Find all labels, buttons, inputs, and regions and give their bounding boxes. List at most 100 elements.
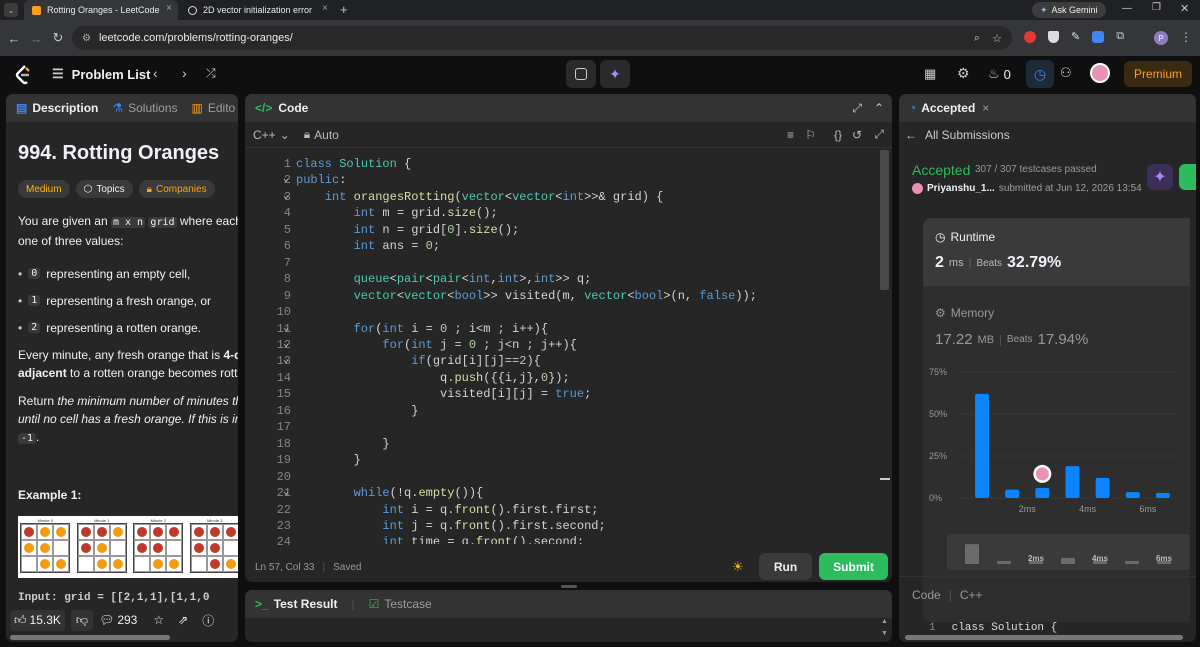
extension-shield-icon[interactable] [1048,30,1059,43]
scroll-up-arrow[interactable]: ▲ [881,618,888,625]
ai-sparkle-button[interactable]: ✦ [600,60,630,88]
premium-button[interactable]: Premium [1124,61,1192,87]
code-line[interactable]: visited[i][j] = true; [296,386,876,402]
analyze-ai-button[interactable]: ✦ [1147,164,1173,190]
tab-testcase[interactable]: ☑ Testcase [369,597,432,611]
code-line[interactable]: int j = q.front().first.second; [296,518,876,534]
code-line[interactable]: q.push({{i,j},0}); [296,370,876,386]
debugger-icon[interactable]: ☀ [732,559,744,575]
help-icon[interactable]: ⓘ [202,612,214,629]
notes-button[interactable] [566,60,596,88]
code-line[interactable]: int orangesRotting(vector<vector<int>>& … [296,189,876,205]
code-line[interactable]: public: [296,172,876,188]
code-line[interactable] [296,419,876,435]
address-bar[interactable]: ⚙ leetcode.com/problems/rotting-oranges/… [72,26,1012,50]
browser-menu-icon[interactable]: ⋮ [1180,30,1192,44]
companies-tag[interactable]: 🔒︎ Companies [138,180,215,198]
vertical-scrollbar[interactable] [880,150,889,290]
tab-solutions[interactable]: ⚗ Solutions [112,101,177,115]
memory-label[interactable]: ⚙ Memory [935,306,994,320]
code-line[interactable] [296,469,876,485]
forward-arrow-icon[interactable]: → [28,30,44,46]
collapse-icon[interactable]: ⌃ [874,101,884,115]
all-submissions-link[interactable]: ← All Submissions [905,128,1010,142]
scroll-down-arrow[interactable]: ▼ [881,630,888,637]
extension-red-icon[interactable] [1024,30,1036,43]
auto-mode-toggle[interactable]: 🔒︎ Auto [304,127,339,142]
leetcode-logo[interactable] [14,65,32,85]
add-friend-icon[interactable]: ⚇ [1060,65,1072,81]
maximize-window-icon[interactable]: ❐ [1152,2,1161,13]
prev-problem-icon[interactable]: ‹ [153,65,158,81]
code-line[interactable]: vector<vector<bool>> visited(m, vector<b… [296,288,876,304]
fold-chevron-icon[interactable]: ⌄ [283,189,297,205]
code-line[interactable]: } [296,452,876,468]
streak-counter[interactable]: ♨ 0 [988,66,1011,82]
new-tab-button[interactable]: + [340,2,348,17]
like-button[interactable]: 👍︎ 15.3K [10,609,65,631]
maximize-icon[interactable]: ⤢ [852,101,862,116]
close-tab-icon[interactable]: × [322,3,328,14]
code-line[interactable]: int i = q.front().first.first; [296,502,876,518]
bookmark-icon[interactable]: ⚐ [805,128,816,142]
site-info-icon[interactable]: ⚙ [82,33,91,44]
code-text[interactable]: class Solution {public: int orangesRotti… [296,156,876,544]
zoom-icon[interactable]: ⌕ [974,32,980,45]
problem-list-button[interactable]: ☰ Problem List [52,66,150,82]
reload-icon[interactable]: ↻ [50,30,66,46]
code-line[interactable]: for(int j = 0 ; j<n ; j++){ [296,337,876,353]
fold-chevron-icon[interactable]: ⌄ [283,321,297,337]
code-line[interactable]: class Solution { [296,156,876,172]
close-tab-icon[interactable]: × [166,3,172,14]
tab-test-result[interactable]: >_ Test Result [255,597,337,611]
runtime-distribution-chart[interactable]: 75% 50% 25% 0% 2ms 4ms 6ms [923,364,1190,520]
language-select[interactable]: C++ ⌄ [253,128,290,142]
fold-chevron-icon[interactable]: ⌄ [283,353,297,369]
shuffle-icon[interactable]: ⤮ [206,66,216,81]
comments-button[interactable]: 💬︎ 293 [99,613,137,627]
code-line[interactable] [296,304,876,320]
code-line[interactable]: int time = q.front().second; [296,534,876,544]
code-line[interactable]: for(int i = 0 ; i<m ; i++){ [296,321,876,337]
fold-chevron-icon[interactable]: ⌄ [283,172,297,188]
settings-gear-icon[interactable]: ⚙ [957,65,970,82]
share-solution-button[interactable] [1179,164,1196,190]
code-line[interactable]: int ans = 0; [296,238,876,254]
submission-scrollbar[interactable] [905,635,1183,640]
browser-tab-chatgpt[interactable]: 2D vector initialization error × [180,0,334,20]
dislike-button[interactable]: 👎︎ [70,609,94,631]
braces-icon[interactable]: {} [834,128,842,142]
back-arrow-icon[interactable]: ← [6,30,22,46]
layout-grid-icon[interactable]: ▦ [924,66,936,82]
favorite-star-icon[interactable]: ☆ [153,613,164,627]
share-icon[interactable]: ⇗ [178,613,188,627]
tab-search-button[interactable]: ⌄ [4,3,18,17]
runtime-card[interactable] [923,218,1190,286]
browser-tab-leetcode[interactable]: Rotting Oranges - LeetCode × [24,0,178,20]
ask-gemini-button[interactable]: ✦ Ask Gemini [1032,2,1106,18]
distribution-minimap[interactable]: 2ms 4ms 6ms [947,534,1190,570]
next-problem-icon[interactable]: › [182,65,187,81]
close-window-icon[interactable]: ✕ [1180,2,1189,15]
bookmark-star-icon[interactable]: ☆ [992,32,1002,45]
panel-resize-handle[interactable] [561,585,577,588]
code-line[interactable]: } [296,403,876,419]
topics-tag[interactable]: ⬡ Topics [75,180,133,198]
fold-chevron-icon[interactable]: ⌄ [283,485,297,501]
run-button[interactable]: Run [759,553,812,580]
difficulty-badge[interactable]: Medium [18,180,70,198]
tab-description[interactable]: ▤ Description [16,101,98,115]
fold-chevron-icon[interactable]: ⌄ [283,337,297,353]
code-line[interactable]: while(!q.empty()){ [296,485,876,501]
code-line[interactable]: } [296,436,876,452]
close-tab-icon[interactable]: × [982,101,989,115]
profile-avatar[interactable]: P [1154,31,1168,45]
fullscreen-icon[interactable]: ⤢ [874,127,884,142]
url-text[interactable]: leetcode.com/problems/rotting-oranges/ [99,32,293,44]
timer-button[interactable]: ◷ [1026,60,1054,88]
minimize-window-icon[interactable]: — [1122,3,1132,14]
code-line[interactable]: int n = grid[0].size(); [296,222,876,238]
code-line[interactable]: if(grid[i][j]==2){ [296,353,876,369]
tab-editorial[interactable]: ▥ Edito [192,101,236,115]
submit-button[interactable]: Submit [819,553,888,580]
